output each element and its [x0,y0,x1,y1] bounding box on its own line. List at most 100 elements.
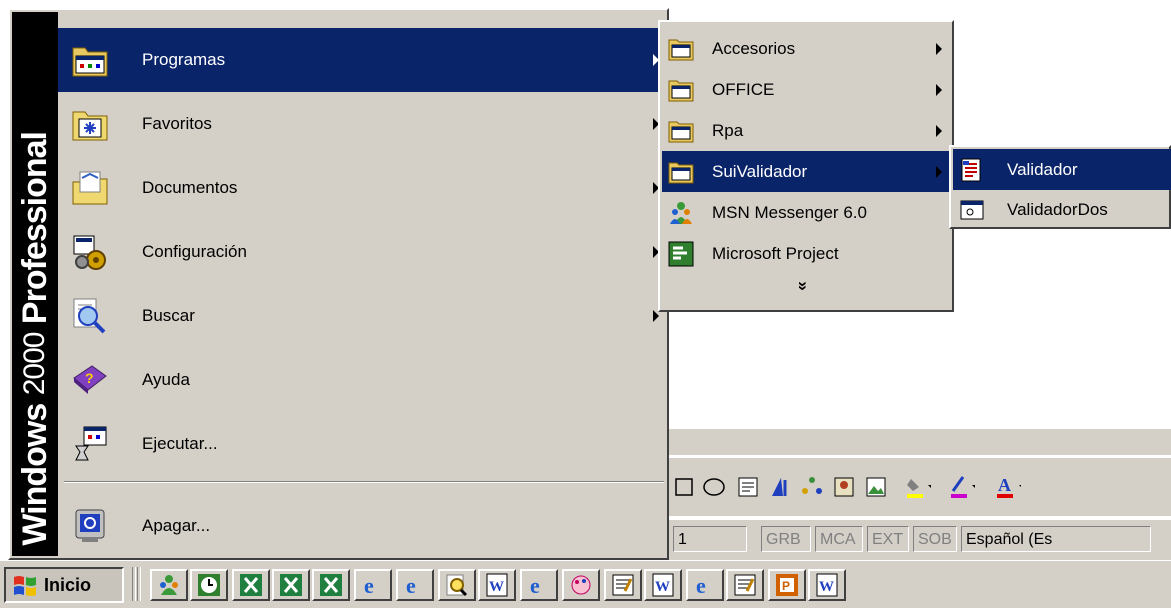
task-excel-3[interactable] [312,569,350,601]
status-bar: 1 GRB MCA EXT SOB Español (Es [669,520,1171,560]
task-internet-explorer-3[interactable]: e [520,569,558,601]
drawing-toolbar: A [669,458,1171,516]
task-paint[interactable] [562,569,600,601]
menu-item-apagar[interactable]: Apagar... [58,494,667,558]
window-app-icon [960,200,984,219]
menu-label: Ayuda [142,370,190,389]
submenu-arrow-icon [936,42,942,55]
status-language: Español (Es [961,526,1151,552]
task-powerpoint[interactable]: P [768,569,806,601]
wordart-tool-icon[interactable] [767,474,793,500]
task-wordpad-2[interactable] [726,569,764,601]
diagram-tool-icon[interactable] [799,474,825,500]
svg-text:e: e [696,573,706,597]
status-mca[interactable]: MCA [815,526,863,552]
svg-text:W: W [819,579,834,595]
task-excel-1[interactable] [232,569,270,601]
submenu-item-msn-messenger[interactable]: MSN Messenger 6.0 [662,192,950,233]
submenu-label: MSN Messenger 6.0 [712,202,867,222]
word-icon: W [816,573,838,597]
task-internet-explorer-1[interactable]: e [354,569,392,601]
menu-item-documentos[interactable]: Documentos [58,156,667,220]
banner-brand: Windows [16,404,54,546]
task-word-3[interactable]: W [808,569,846,601]
status-line: 1 [673,526,747,552]
quicklaunch-msn-messenger[interactable] [150,569,188,601]
submenu-label: Validador [1007,159,1078,179]
task-word-2[interactable]: W [644,569,682,601]
task-internet-explorer-4[interactable]: e [686,569,724,601]
windows-logo-icon [14,576,36,596]
task-internet-explorer-2[interactable]: e [396,569,434,601]
menu-label: Ejecutar... [142,434,218,453]
menu-label: Buscar [142,306,195,325]
menu-item-programas[interactable]: Programas [58,28,667,92]
program-group-icon [668,39,694,60]
submenu-item-validador[interactable]: Validador [953,149,1171,190]
clipart-tool-icon[interactable] [831,474,857,500]
submenu-item-validadordos[interactable]: ValidadorDos [953,189,1171,230]
submenu-label: Rpa [712,120,744,140]
msn-messenger-icon [160,575,178,595]
quicklaunch-clock[interactable] [190,569,228,601]
textbox-tool-icon[interactable] [735,474,761,500]
menu-label: Favoritos [142,114,212,133]
status-sob[interactable]: SOB [913,526,957,552]
wordpad-icon [612,574,634,596]
menu-item-buscar[interactable]: Buscar [58,284,667,348]
menu-item-ejecutar[interactable]: Ejecutar... [58,412,667,476]
task-search[interactable] [438,569,476,601]
powerpoint-icon: P [776,574,798,596]
submenu-arrow-icon [936,83,942,96]
documents-folder-icon [72,171,108,205]
svg-text:e: e [406,573,416,597]
banner-version: 2000 [18,332,51,396]
svg-text:W: W [655,579,670,595]
submenu-item-microsoft-project[interactable]: Microsoft Project [662,233,950,274]
rectangle-tool-icon[interactable] [671,474,697,500]
excel-icon [320,574,342,596]
submenu-label: ValidadorDos [1007,199,1108,219]
excel-icon [280,574,302,596]
paint-icon [571,575,591,595]
programs-folder-icon [72,47,108,77]
taskbar-grip [132,567,136,601]
svg-text:e: e [530,573,540,597]
font-color-icon[interactable]: A [995,474,1021,500]
help-book-icon: ? [73,365,107,394]
status-ext[interactable]: EXT [867,526,909,552]
submenu-item-rpa[interactable]: Rpa [662,110,950,151]
svg-text:P: P [782,579,790,593]
shutdown-icon [75,509,105,542]
fill-color-icon[interactable] [905,474,931,500]
menu-item-configuracion[interactable]: Configuración [58,220,667,284]
submenu-item-accesorios[interactable]: Accesorios [662,28,950,69]
program-group-icon [668,162,694,183]
favorites-folder-icon [72,111,108,141]
svg-text:e: e [364,573,374,597]
status-grb[interactable]: GRB [761,526,811,552]
taskbar: Inicio e e W e W e P W [0,560,1171,608]
menu-label: Configuración [142,242,247,261]
submenu-label: Accesorios [712,38,796,58]
submenu-item-office[interactable]: OFFICE [662,69,950,110]
start-button-label: Inicio [44,574,92,595]
menu-item-favoritos[interactable]: Favoritos [58,92,667,156]
programs-submenu: Accesorios OFFICE Rpa SuiValidador MSN M… [658,20,954,312]
menu-label: Apagar... [142,516,211,535]
oval-tool-icon[interactable] [701,474,727,500]
task-word-1[interactable]: W [478,569,516,601]
background-window-bar [669,428,1171,455]
submenu-arrow-icon [936,165,942,178]
submenu-label: OFFICE [712,79,775,99]
menu-label: Programas [142,50,226,69]
menu-item-ayuda[interactable]: ? Ayuda [58,348,667,412]
internet-explorer-icon: e [530,573,540,597]
expand-menu-button[interactable]: » [789,271,813,301]
picture-tool-icon[interactable] [863,474,889,500]
task-excel-2[interactable] [272,569,310,601]
line-color-icon[interactable] [949,474,975,500]
submenu-item-suivalidador[interactable]: SuiValidador [662,151,950,192]
task-wordpad-1[interactable] [604,569,642,601]
start-button[interactable]: Inicio [4,567,124,603]
